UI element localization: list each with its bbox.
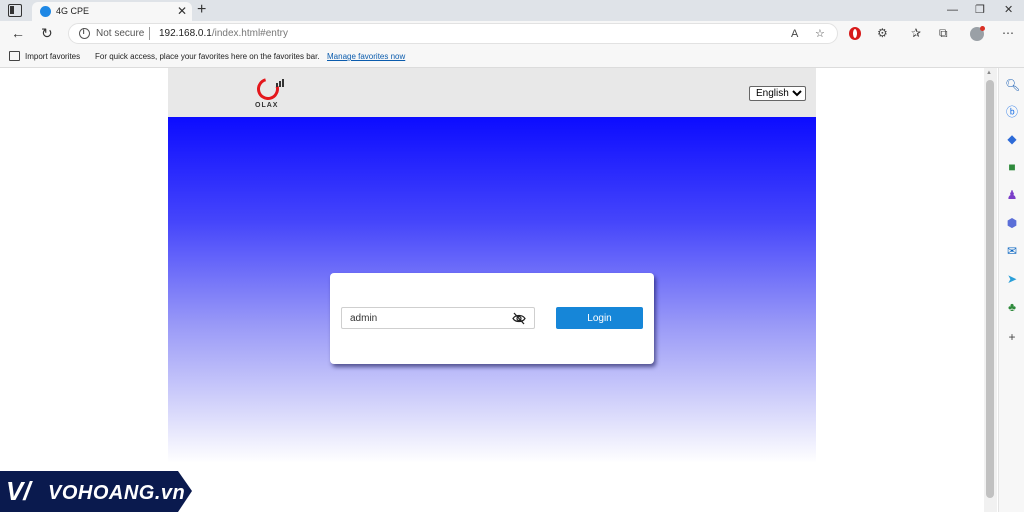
bing-chat-icon[interactable]: ⓑ [1005, 105, 1019, 119]
gradient-banner: Login [168, 117, 816, 463]
navigation-bar: ← ↻ Not secure 192.168.0.1/index.html#en… [0, 21, 1024, 46]
shopping-tag-icon[interactable]: ◆ [1005, 132, 1019, 146]
security-label[interactable]: Not secure [96, 28, 144, 39]
reload-button[interactable]: ↻ [41, 24, 53, 42]
add-icon[interactable]: + [1005, 330, 1019, 344]
collections-icon[interactable]: ⧉ [939, 25, 948, 41]
telegram-icon[interactable]: ➤ [1005, 272, 1019, 286]
url-host: 192.168.0.1 [159, 28, 212, 39]
manage-favorites-link[interactable]: Manage favorites now [327, 52, 405, 61]
password-field[interactable] [341, 307, 535, 329]
add-favorite-icon[interactable]: ☆ [815, 27, 825, 41]
page-header: OLAX English [168, 68, 816, 117]
scroll-up-arrow[interactable]: ▲ [986, 70, 992, 76]
password-input[interactable] [350, 311, 500, 326]
eye-slash-icon[interactable] [512, 312, 526, 325]
tab-title: 4G CPE [56, 6, 90, 16]
more-menu-icon[interactable]: ⋯ [1002, 25, 1014, 41]
watermark-logo-icon: V/ [6, 476, 31, 506]
info-icon[interactable] [79, 27, 90, 39]
favorites-bar: Import favorites For quick access, place… [0, 46, 1024, 68]
toolbox-icon[interactable]: ■ [1005, 160, 1019, 174]
router-login-page: OLAX English Login [168, 68, 816, 512]
search-icon[interactable]: 🔍︎ [1005, 78, 1020, 92]
globe-icon [40, 6, 51, 17]
new-tab-button[interactable]: + [197, 1, 206, 19]
url-text[interactable]: 192.168.0.1/index.html#entry [159, 28, 288, 39]
games-icon[interactable]: ♟ [1005, 188, 1019, 202]
tree-icon[interactable]: ♣ [1005, 300, 1019, 314]
outlook-icon[interactable]: ✉ [1005, 244, 1019, 258]
scrollbar-thumb[interactable] [986, 80, 994, 498]
url-path: /index.html#entry [211, 28, 288, 39]
profile-avatar[interactable] [970, 26, 985, 41]
language-select[interactable]: English [749, 86, 806, 101]
close-window-button[interactable]: ✕ [1004, 2, 1013, 18]
vohoang-watermark: V/ VOHOANG.vn [0, 471, 192, 512]
edge-sidebar: 🔍︎ ⓑ ◆ ■ ♟ ⬢ ✉ ➤ ♣ + [998, 68, 1024, 512]
address-divider [149, 27, 150, 40]
minimize-button[interactable]: — [947, 2, 958, 18]
office-icon[interactable]: ⬢ [1005, 216, 1019, 230]
watermark-text: VOHOANG.vn [48, 482, 186, 504]
tab-close-icon[interactable]: ✕ [177, 4, 187, 18]
extensions-icon[interactable]: ⚙ [877, 25, 888, 41]
read-aloud-icon[interactable]: A [791, 27, 798, 41]
tab-strip: 4G CPE ✕ + — ❐ ✕ [0, 0, 1024, 21]
tab-actions-icon[interactable] [8, 4, 22, 17]
tab-4g-cpe[interactable]: 4G CPE ✕ [32, 2, 192, 21]
logo-text: OLAX [255, 102, 279, 109]
favorites-hint: For quick access, place your favorites h… [95, 52, 320, 61]
logo-ring-icon [252, 73, 284, 105]
address-bar[interactable]: Not secure 192.168.0.1/index.html#entry … [68, 23, 838, 44]
opera-extension-icon[interactable] [849, 27, 861, 40]
login-button[interactable]: Login [556, 307, 643, 329]
olax-logo: OLAX [252, 73, 289, 112]
back-button[interactable]: ← [11, 24, 25, 42]
import-favorites-button[interactable]: Import favorites [25, 52, 80, 61]
import-favorites-icon[interactable] [9, 51, 20, 61]
restore-button[interactable]: ❐ [975, 2, 985, 18]
login-card: Login [330, 273, 654, 364]
favorites-icon[interactable]: ✰ [911, 25, 921, 41]
